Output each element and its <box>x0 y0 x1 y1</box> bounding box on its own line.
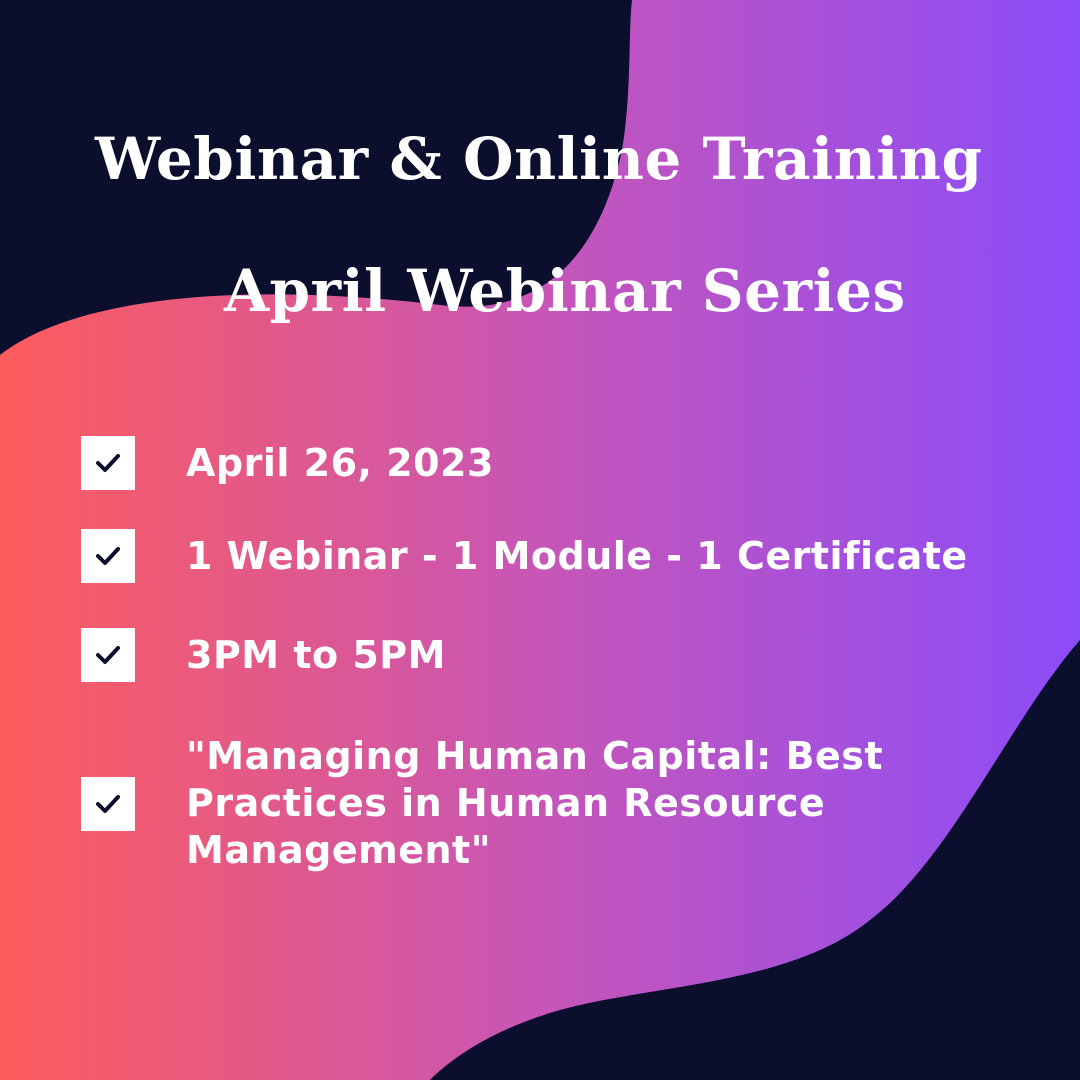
list-item-label: 1 Webinar - 1 Module - 1 Certificate <box>186 533 968 578</box>
poster-title: Webinar & Online Training <box>95 125 983 193</box>
list-item-time: 3PM to 5PM <box>81 628 446 682</box>
checkbox-checked-icon <box>81 628 135 682</box>
poster-subtitle: April Webinar Series <box>224 257 906 325</box>
list-item-date: April 26, 2023 <box>81 436 494 490</box>
list-item-label: "Managing Human Capital: Best Practices … <box>186 734 884 872</box>
list-item-label: 3PM to 5PM <box>186 632 446 677</box>
list-item-label: April 26, 2023 <box>186 440 494 485</box>
checkbox-checked-icon <box>81 529 135 583</box>
list-item-format: 1 Webinar - 1 Module - 1 Certificate <box>81 529 968 583</box>
checkbox-checked-icon <box>81 436 135 490</box>
webinar-poster: Webinar & Online Training April Webinar … <box>0 0 1080 1080</box>
list-item-topic: "Managing Human Capital: Best Practices … <box>81 733 946 874</box>
checkbox-checked-icon <box>81 776 135 831</box>
